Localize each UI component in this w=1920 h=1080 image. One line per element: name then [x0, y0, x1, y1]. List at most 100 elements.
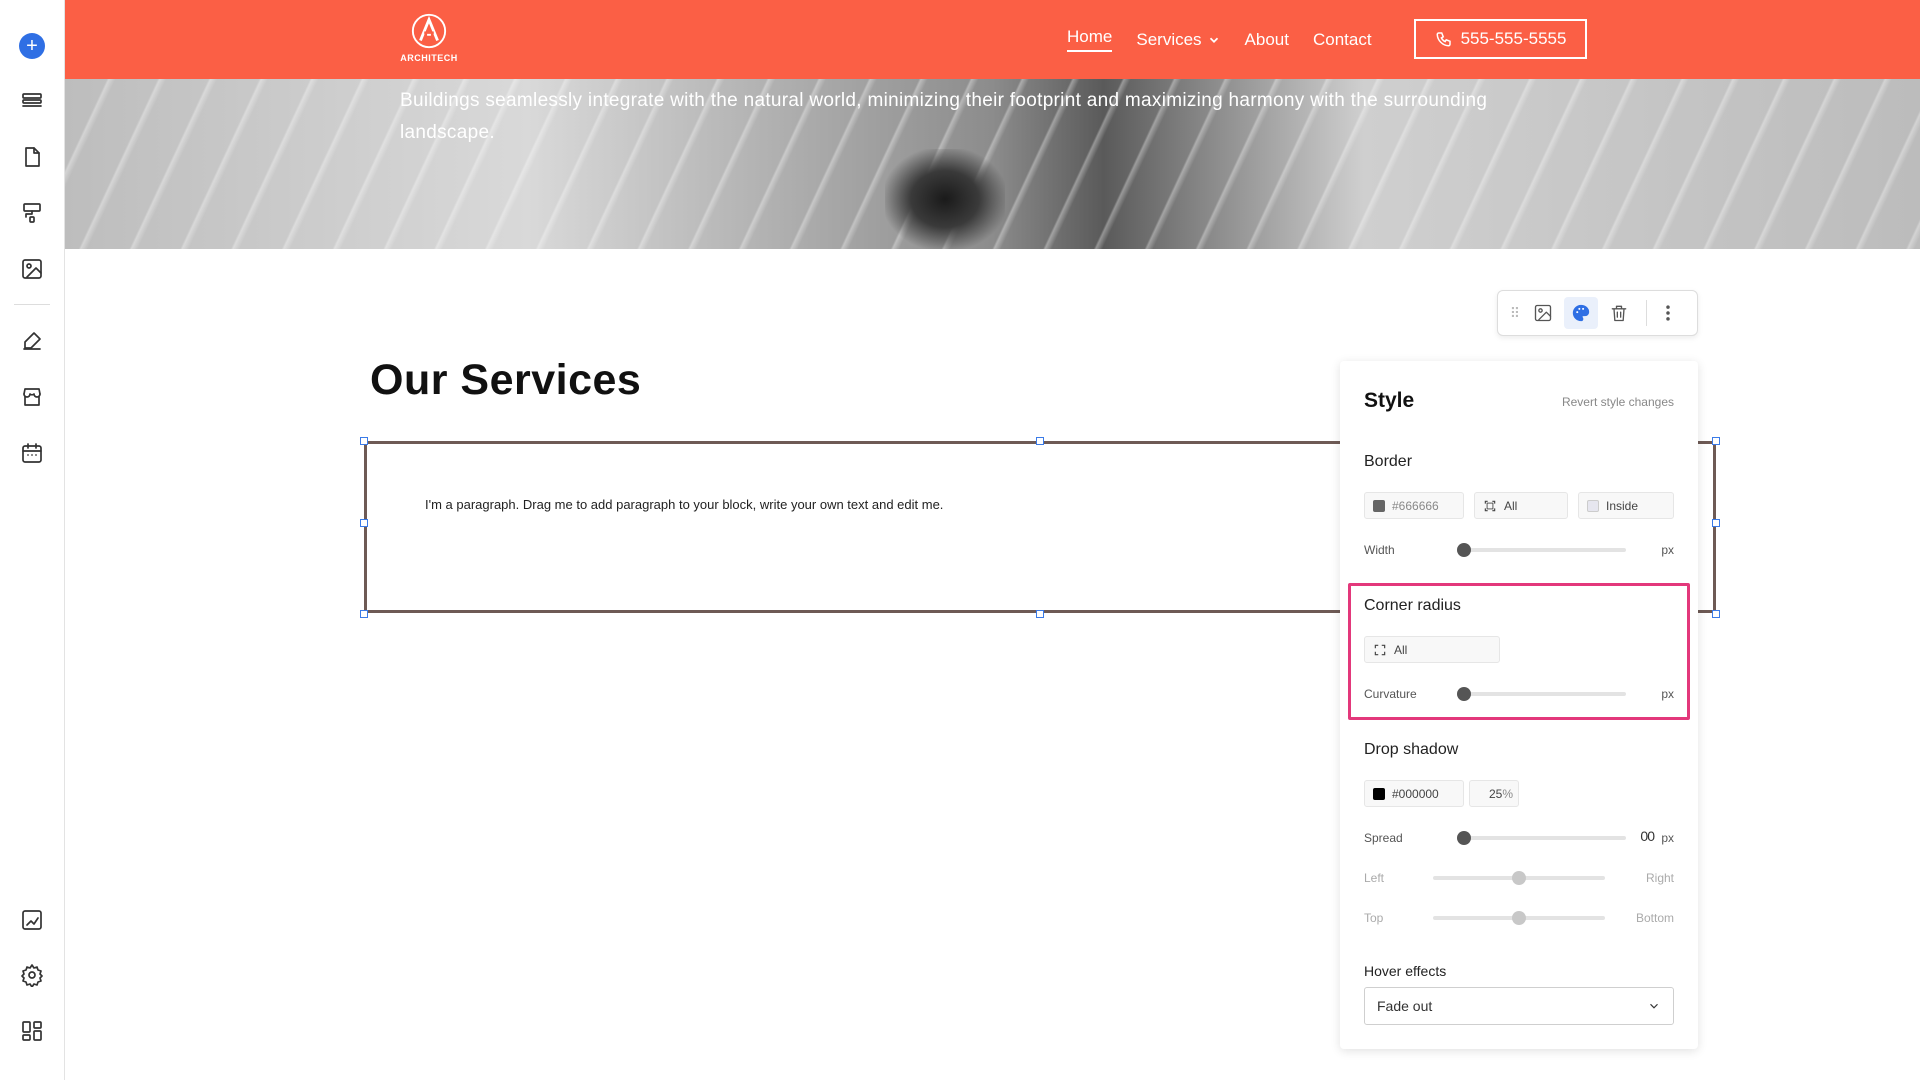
settings-gear-icon[interactable]	[19, 962, 45, 988]
border-position-value: Inside	[1606, 498, 1639, 513]
border-width-label: Width	[1364, 543, 1395, 557]
border-position-select[interactable]: Inside	[1578, 492, 1674, 519]
spread-label: Spread	[1364, 831, 1403, 845]
more-vertical-icon	[1666, 305, 1670, 321]
resize-handle-left[interactable]	[360, 519, 368, 527]
paint-roller-icon[interactable]	[19, 200, 45, 226]
shadow-color-field[interactable]: #000000	[1364, 780, 1464, 807]
border-color-value: #666666	[1392, 498, 1439, 513]
nav-about[interactable]: About	[1245, 27, 1289, 52]
hover-effects-select[interactable]: Fade out	[1364, 987, 1674, 1025]
curvature-knob[interactable]	[1457, 687, 1471, 701]
image-icon	[1534, 304, 1552, 322]
shadow-opacity-field[interactable]: 25%	[1469, 780, 1519, 807]
spread-unit: px	[1661, 831, 1674, 845]
horizontal-offset-knob[interactable]	[1512, 871, 1526, 885]
corner-sides-select[interactable]: All	[1364, 636, 1500, 663]
border-all-icon	[1484, 500, 1496, 511]
editor-sidebar: +	[0, 0, 65, 1080]
add-element-button[interactable]: +	[19, 33, 45, 59]
vertical-offset-knob[interactable]	[1512, 911, 1526, 925]
border-width-knob[interactable]	[1457, 543, 1471, 557]
delete-button[interactable]	[1602, 297, 1636, 329]
border-color-field[interactable]: #666666	[1364, 492, 1464, 519]
site-logo[interactable]: ARCHITECH	[399, 12, 459, 63]
section-title[interactable]: Our Services	[370, 356, 641, 405]
hover-effects-value: Fade out	[1377, 998, 1433, 1014]
curvature-label: Curvature	[1364, 687, 1417, 701]
nav-home-label: Home	[1067, 27, 1113, 46]
phone-number: 555-555-5555	[1460, 29, 1567, 48]
spread-slider[interactable]	[1458, 836, 1626, 840]
phone-button[interactable]: 555-555-5555	[1414, 19, 1587, 59]
nav-home[interactable]: Home	[1067, 27, 1113, 52]
resize-handle-top[interactable]	[1036, 437, 1044, 445]
border-inside-icon	[1587, 499, 1599, 512]
offset-bottom-label: Bottom	[1635, 911, 1674, 925]
resize-handle-bottom-right[interactable]	[1712, 610, 1720, 618]
more-options-button[interactable]	[1651, 297, 1685, 329]
chevron-down-icon	[1209, 37, 1218, 43]
hero-image-detail	[885, 149, 1005, 249]
border-sides-value: All	[1504, 498, 1518, 513]
offset-top-label: Top	[1364, 911, 1384, 925]
spread-knob[interactable]	[1457, 831, 1471, 845]
toolbar-divider	[1646, 300, 1647, 326]
architech-logo-icon	[411, 13, 447, 49]
palette-icon	[1572, 304, 1590, 322]
curvature-unit: px	[1661, 687, 1674, 701]
drag-handle-icon[interactable]: ⠿	[1508, 305, 1522, 322]
corners-all-icon	[1374, 644, 1386, 655]
offset-right-label: Right	[1645, 871, 1674, 885]
hover-effects-label: Hover effects	[1364, 963, 1447, 979]
border-width-slider[interactable]	[1458, 548, 1626, 552]
chevron-down-icon	[1650, 1003, 1658, 1009]
border-width-unit: px	[1661, 543, 1674, 557]
style-panel: Style Revert style changes Border #66666…	[1340, 361, 1698, 1049]
site-design-icon[interactable]	[19, 907, 45, 933]
shadow-color-swatch	[1373, 787, 1385, 800]
background-image-button[interactable]	[1526, 297, 1560, 329]
revert-style-link[interactable]: Revert style changes	[1562, 395, 1674, 409]
resize-handle-top-right[interactable]	[1712, 437, 1720, 445]
resize-handle-bottom-left[interactable]	[360, 610, 368, 618]
nav-services-label: Services	[1136, 29, 1202, 49]
corner-sides-value: All	[1394, 642, 1408, 657]
offset-left-label: Left	[1364, 871, 1385, 885]
nav-contact[interactable]: Contact	[1313, 27, 1372, 52]
style-palette-button[interactable]	[1564, 297, 1598, 329]
hero-banner: Buildings seamlessly integrate with the …	[65, 79, 1920, 249]
panel-title: Style	[1364, 389, 1415, 412]
store-icon[interactable]	[19, 384, 45, 410]
corner-radius-label: Corner radius	[1364, 597, 1461, 614]
calendar-icon[interactable]	[19, 440, 45, 466]
nav-contact-label: Contact	[1312, 29, 1372, 49]
border-sides-select[interactable]: All	[1474, 492, 1568, 519]
apps-dashboard-icon[interactable]	[19, 1018, 45, 1044]
main-nav: Home Services About Contact	[1067, 27, 1372, 52]
phone-icon	[1436, 32, 1451, 47]
nav-services[interactable]: Services	[1136, 27, 1220, 52]
resize-handle-top-left[interactable]	[360, 437, 368, 445]
media-icon[interactable]	[19, 256, 45, 282]
sections-icon[interactable]	[19, 88, 45, 114]
resize-handle-bottom[interactable]	[1036, 610, 1044, 618]
resize-handle-right[interactable]	[1712, 519, 1720, 527]
border-color-swatch	[1373, 499, 1385, 512]
border-label: Border	[1364, 453, 1413, 470]
curvature-slider[interactable]	[1458, 692, 1626, 696]
blog-edit-icon[interactable]	[19, 328, 45, 354]
spread-value: 00	[1640, 828, 1655, 844]
shadow-opacity-unit: %	[1502, 786, 1513, 801]
hero-text: Buildings seamlessly integrate with the …	[400, 90, 1488, 143]
drop-shadow-label: Drop shadow	[1364, 741, 1459, 758]
pages-icon[interactable]	[19, 144, 45, 170]
paragraph-text[interactable]: I'm a paragraph. Drag me to add paragrap…	[425, 497, 943, 512]
site-header: ARCHITECH Home Services About Contact 55…	[65, 0, 1920, 79]
nav-about-label: About	[1244, 29, 1289, 49]
trash-icon	[1611, 305, 1627, 322]
shadow-color-value: #000000	[1392, 786, 1439, 801]
block-toolbar: ⠿	[1497, 290, 1698, 336]
logo-text: ARCHITECH	[400, 53, 458, 63]
shadow-opacity-value: 25	[1488, 786, 1503, 801]
